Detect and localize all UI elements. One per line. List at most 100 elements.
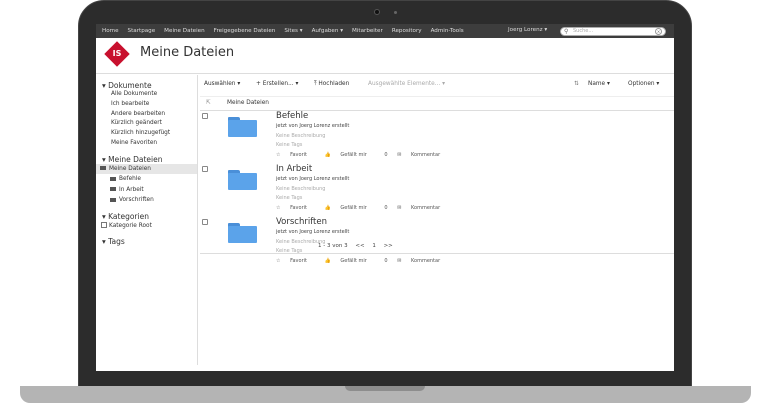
folder-icon — [110, 176, 116, 181]
item-checkbox[interactable] — [202, 113, 208, 119]
page-title: Meine Dateien — [140, 45, 235, 60]
folder-body — [228, 226, 257, 243]
like-count: 0 — [384, 258, 388, 264]
options-menu-button[interactable]: Optionen ▾ — [628, 81, 659, 87]
nav-home[interactable]: Home — [102, 28, 119, 34]
pagination-range: 1 - 3 von 3 — [318, 243, 348, 249]
item-name[interactable]: In Arbeit — [276, 164, 312, 174]
sidebar-item-label: Kategorie Root — [109, 222, 152, 229]
favorite-button[interactable]: ☆ Favorit — [276, 258, 315, 264]
sidebar-item-label: Befehle — [119, 176, 142, 183]
selected-items-menu[interactable]: Ausgewählte Elemente... ▾ — [368, 81, 445, 87]
thumbs-up-icon: 👍 — [324, 152, 333, 158]
sidebar-section-tags[interactable]: ▾ Tags — [96, 237, 197, 246]
item-meta: jetzt von Joerg Lorenz erstellt — [276, 123, 350, 129]
nav-people[interactable]: Mitarbeiter — [352, 28, 383, 34]
sidebar-item-others-edit[interactable]: Andere bearbeiten — [96, 110, 197, 120]
sidebar-folder-in-arbeit[interactable]: In Arbeit — [96, 185, 197, 196]
sidebar-item-recently-modified[interactable]: Kürzlich geändert — [96, 119, 197, 129]
sidebar-section-documents[interactable]: ▾ Dokumente — [96, 81, 197, 90]
sidebar-item-favorites[interactable]: Meine Favoriten — [96, 139, 197, 149]
user-menu[interactable]: Joerg Lorenz ▾ — [508, 27, 547, 33]
like-count: 0 — [384, 152, 388, 158]
favorite-label: Favorit — [290, 258, 307, 264]
logo-text: IS — [112, 49, 122, 58]
nav-my-files[interactable]: Meine Dateien — [164, 28, 205, 34]
star-icon: ☆ — [276, 258, 283, 264]
item-meta: jetzt von Joerg Lorenz erstellt — [276, 229, 350, 235]
comment-label: Kommentar — [410, 152, 441, 158]
sidebar-item-all-documents[interactable]: Alle Dokumente — [96, 90, 197, 100]
favorite-button[interactable]: ☆ Favorit — [276, 152, 315, 158]
page-header: IS Meine Dateien — [96, 38, 674, 74]
sidebar-item-category-root[interactable]: Kategorie Root — [96, 221, 197, 232]
like-label: Gefällt mir — [340, 258, 367, 264]
like-button[interactable]: 👍 Gefällt mir — [325, 258, 375, 264]
comment-icon: ✉ — [397, 205, 403, 211]
pagination-next[interactable]: >> — [384, 243, 393, 249]
item-name[interactable]: Befehle — [276, 111, 308, 121]
folder-icon[interactable] — [228, 223, 257, 243]
item-checkbox[interactable] — [202, 219, 208, 225]
nav-shared-files[interactable]: Freigegebene Dateien — [214, 28, 276, 34]
create-menu-button[interactable]: + Erstellen... ▾ — [256, 81, 298, 87]
item-description: Keine Beschreibung — [276, 133, 326, 139]
like-label: Gefällt mir — [340, 205, 367, 211]
search-input[interactable]: ⚲ Suche... × — [560, 27, 666, 36]
star-icon: ☆ — [276, 205, 283, 211]
sidebar-item-i-edit[interactable]: Ich bearbeite — [96, 100, 197, 110]
pagination-page[interactable]: 1 — [372, 243, 376, 249]
favorite-button[interactable]: ☆ Favorit — [276, 205, 315, 211]
folder-icon[interactable] — [228, 117, 257, 137]
site-logo: IS — [104, 41, 130, 67]
search-icon: ⚲ — [564, 28, 569, 35]
comment-label: Kommentar — [410, 205, 441, 211]
nav-tasks[interactable]: Aufgaben ▾ — [312, 28, 343, 34]
breadcrumb-current: Meine Dateien — [227, 100, 269, 106]
nav-sites[interactable]: Sites ▾ — [284, 28, 302, 34]
sidebar-folder-befehle[interactable]: Befehle — [96, 174, 197, 185]
app-screen: Home Startpage Meine Dateien Freigegeben… — [96, 24, 674, 371]
sort-menu-button[interactable]: Name ▾ — [588, 81, 610, 87]
sidebar-item-recently-added[interactable]: Kürzlich hinzugefügt — [96, 129, 197, 139]
nav-repository[interactable]: Repository — [392, 28, 422, 34]
item-checkbox[interactable] — [202, 166, 208, 172]
upload-button[interactable]: ⤒ Hochladen — [314, 81, 349, 88]
thumbs-up-icon: 👍 — [324, 258, 333, 264]
sidebar-section-categories[interactable]: ▾ Kategorien — [96, 212, 197, 221]
comment-button[interactable]: ✉ Kommentar — [397, 152, 448, 158]
comment-button[interactable]: ✉ Kommentar — [397, 258, 448, 264]
comment-label: Kommentar — [410, 258, 441, 264]
comment-button[interactable]: ✉ Kommentar — [397, 205, 448, 211]
folder-up-icon[interactable]: ⇱ — [206, 100, 211, 106]
clear-icon[interactable]: × — [655, 28, 662, 35]
sidebar-item-my-files-root[interactable]: Meine Dateien — [96, 163, 197, 175]
nav-admin-tools[interactable]: Admin-Tools — [431, 28, 464, 34]
sidebar: ▾ Dokumente Alle Dokumente Ich bearbeite… — [96, 75, 198, 365]
item-name[interactable]: Vorschriften — [276, 217, 327, 227]
folder-icon — [110, 187, 116, 192]
select-menu-button[interactable]: Auswählen ▾ — [204, 81, 240, 87]
sidebar-item-label: In Arbeit — [119, 186, 144, 193]
like-count: 0 — [384, 205, 388, 211]
laptop-notch — [345, 386, 425, 391]
item-actions: ☆ Favorit 👍 Gefällt mir 0 ✉ Kommentar — [276, 258, 456, 264]
comment-icon: ✉ — [397, 152, 403, 158]
divider — [200, 253, 674, 254]
item-meta: jetzt von Joerg Lorenz erstellt — [276, 176, 350, 182]
pagination: 1 - 3 von 3 << 1 >> — [318, 243, 399, 249]
favorite-label: Favorit — [290, 152, 307, 158]
breadcrumb: ⇱ Meine Dateien — [200, 97, 674, 111]
like-button[interactable]: 👍 Gefällt mir — [325, 152, 375, 158]
sidebar-folder-vorschriften[interactable]: Vorschriften — [96, 195, 197, 206]
sort-direction-icon[interactable]: ⇅ — [574, 81, 579, 87]
folder-icon[interactable] — [228, 170, 257, 190]
folder-icon — [110, 197, 116, 202]
pagination-prev[interactable]: << — [355, 243, 364, 249]
folder-body — [228, 120, 257, 137]
main-content: Auswählen ▾ + Erstellen... ▾ ⤒ Hochladen… — [200, 75, 674, 365]
category-icon — [101, 222, 107, 229]
nav-startpage[interactable]: Startpage — [128, 28, 156, 34]
like-button[interactable]: 👍 Gefällt mir — [325, 205, 375, 211]
sidebar-section-my-files[interactable]: ▾ Meine Dateien — [96, 155, 197, 164]
